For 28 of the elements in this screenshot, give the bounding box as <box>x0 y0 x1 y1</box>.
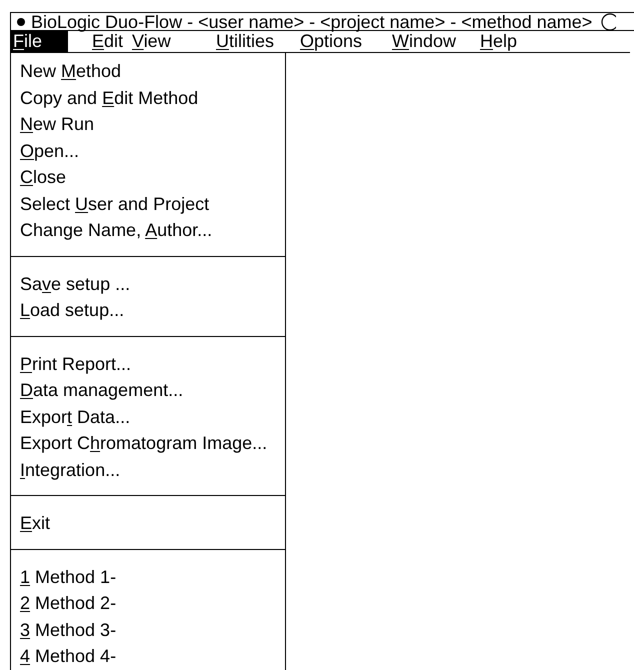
menu-bar-item[interactable]: File <box>10 31 68 52</box>
menu-item[interactable]: Integration... <box>11 456 120 483</box>
menu-bar-item[interactable]: View <box>132 31 216 52</box>
bullet-icon <box>17 18 25 26</box>
menu-item[interactable]: Change Name, Author... <box>11 217 212 244</box>
menu-bar-item[interactable]: Options <box>300 31 392 52</box>
menu-item[interactable]: Exit <box>11 510 50 536</box>
menu-item[interactable]: Save setup ... <box>11 270 130 297</box>
menu-item[interactable]: New Run <box>11 111 94 138</box>
menu-item[interactable]: New Method <box>11 58 122 84</box>
menu-item[interactable]: Load setup... <box>11 297 124 324</box>
menu-item[interactable]: Open... <box>11 138 80 164</box>
menu-bar-item[interactable]: Utilities <box>216 31 300 52</box>
window-title: BioLogic Duo-Flow - <user name> - <project name> - <method name> <box>31 12 592 30</box>
menu-item[interactable]: 2 Method 2- <box>11 590 116 616</box>
menu-item[interactable]: Close <box>11 164 66 190</box>
menu-item[interactable]: Copy and Edit Method <box>11 84 198 111</box>
menu-item[interactable]: Data management... <box>11 377 184 404</box>
menu-item[interactable]: Export Data... <box>11 404 130 430</box>
menu-item[interactable]: Select User and Project <box>11 190 210 217</box>
menu-item[interactable]: Print Report... <box>11 350 132 377</box>
menu-bar-item[interactable]: Help <box>480 31 564 52</box>
menu-item[interactable]: 1 Method 1- <box>11 564 116 590</box>
menu-item[interactable]: 3 Method 3- <box>11 616 116 643</box>
menu-bar-item[interactable]: Window <box>392 31 480 52</box>
menu-item[interactable]: 4 Method 4- <box>11 643 116 670</box>
menu-bar-item[interactable]: Edit <box>92 31 132 52</box>
menu-item[interactable]: Export Chromatogram Image... <box>11 430 268 456</box>
